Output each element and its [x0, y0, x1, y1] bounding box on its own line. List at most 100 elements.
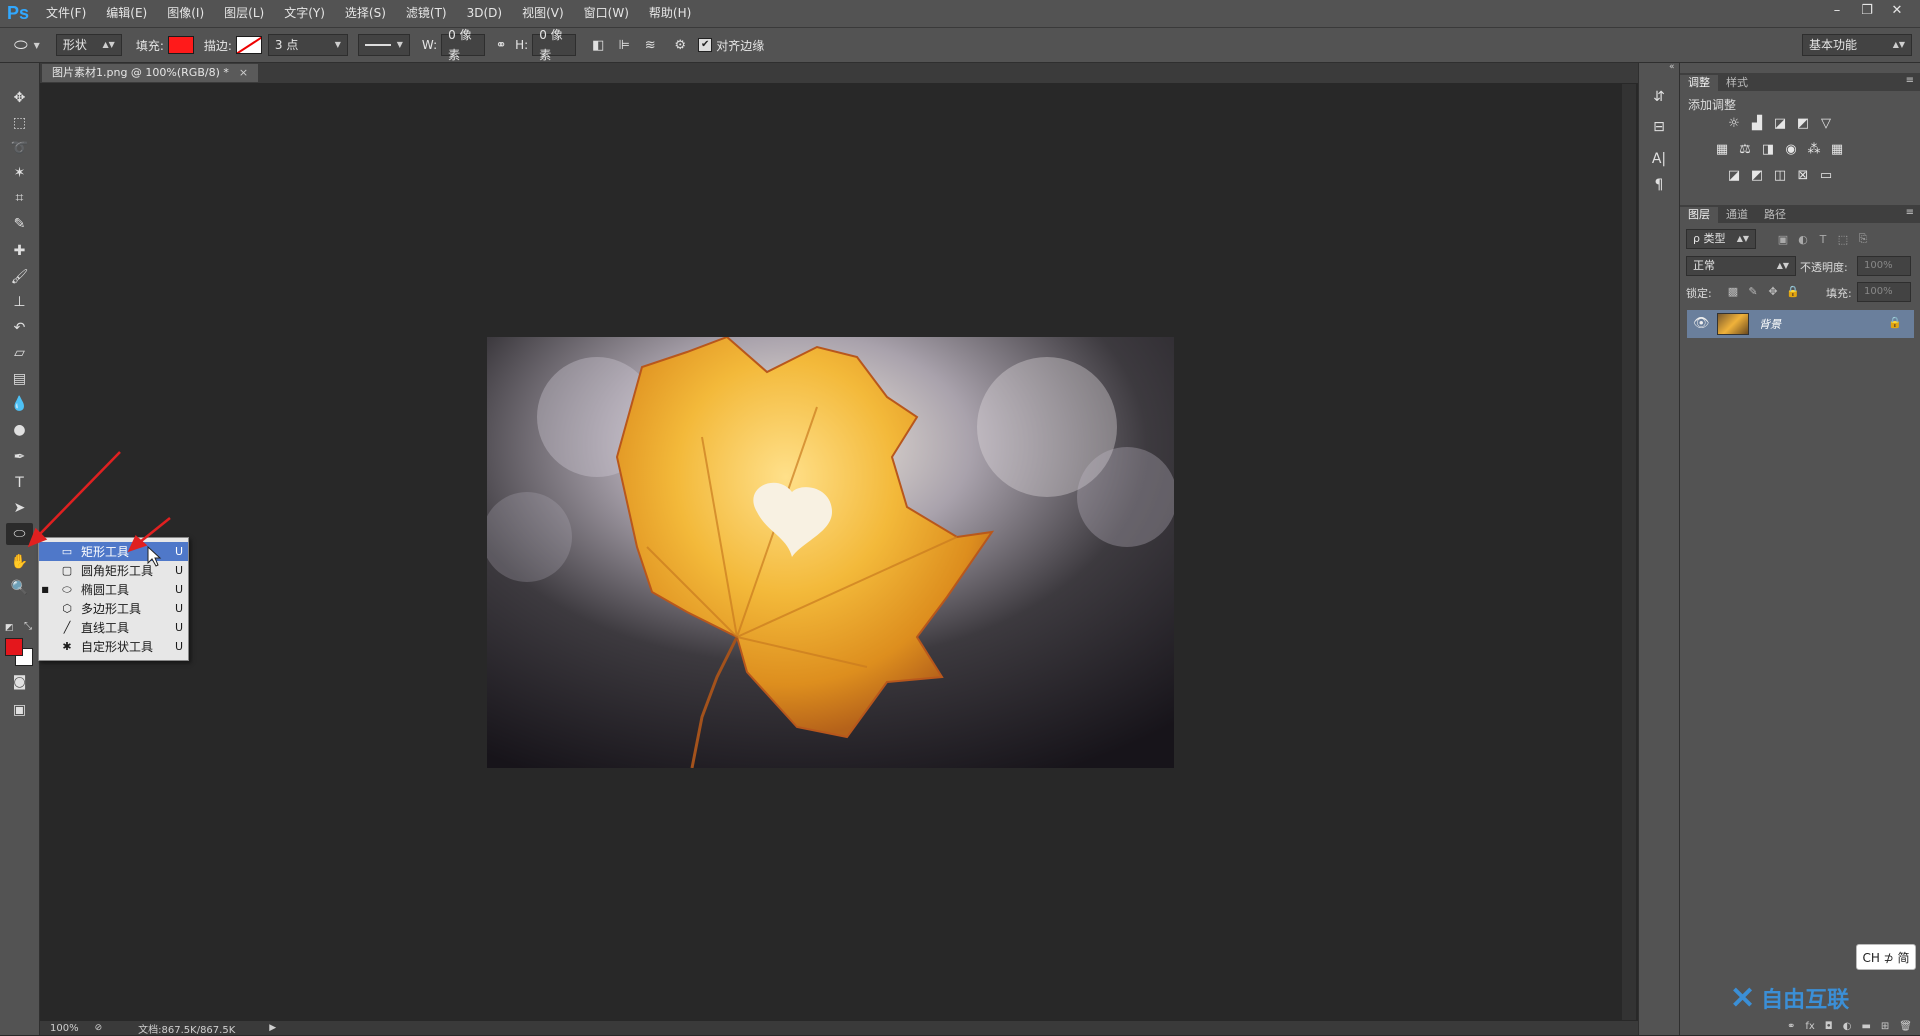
menu-layer[interactable]: 图层(L) [214, 0, 274, 27]
quick-mask-icon[interactable]: ◙ [6, 671, 33, 693]
status-menu-arrow-icon[interactable]: ▶ [269, 1023, 276, 1033]
filter-pixel-icon[interactable]: ▣ [1774, 231, 1792, 247]
threshold-icon[interactable]: ◫ [1771, 167, 1789, 183]
collapse-dock-icon[interactable]: « [1669, 62, 1675, 72]
flyout-item-polygon[interactable]: ⬡ 多边形工具 U [39, 599, 188, 618]
flyout-item-ellipse[interactable]: ■ ⬭ 椭圆工具 U [39, 580, 188, 599]
menu-type[interactable]: 文字(Y) [274, 0, 335, 27]
layer-kind-filter[interactable]: ρ 类型 ▲▼ [1686, 229, 1756, 249]
add-mask-icon[interactable]: ◘ [1825, 1021, 1833, 1035]
paragraph-panel-icon[interactable]: ¶ [1647, 173, 1671, 197]
fill-opacity-input[interactable]: 100% [1857, 282, 1911, 302]
magic-wand-tool-icon[interactable]: ✶ [6, 162, 33, 184]
new-layer-icon[interactable]: ⊞ [1881, 1021, 1889, 1035]
eye-icon[interactable]: 👁 [1693, 316, 1710, 331]
path-selection-tool-icon[interactable]: ➤ [6, 497, 33, 519]
foreground-color-swatch[interactable] [5, 638, 23, 656]
stroke-color-swatch[interactable] [235, 36, 262, 54]
channel-mixer-icon[interactable]: ⁂ [1805, 141, 1823, 157]
color-balance-icon[interactable]: ⚖ [1736, 141, 1754, 157]
selective-color-icon[interactable]: ⊠ [1794, 167, 1812, 183]
gear-icon[interactable]: ⚙ [670, 35, 690, 55]
clone-stamp-tool-icon[interactable]: ⊥ [6, 291, 33, 313]
close-tab-icon[interactable]: × [239, 64, 248, 82]
width-input[interactable]: 0 像素 [441, 28, 486, 62]
workspace-dropdown[interactable]: 基本功能 ▲▼ [1802, 34, 1912, 56]
fx-icon[interactable]: fx [1805, 1021, 1814, 1035]
curves-icon[interactable]: ◪ [1771, 115, 1789, 131]
vertical-scrollbar[interactable] [1622, 84, 1636, 1020]
layer-row-background[interactable]: 👁 背景 🔒 [1687, 310, 1914, 338]
tool-mode-dropdown[interactable]: 形状 ▲▼ [55, 34, 122, 56]
opacity-input[interactable]: 100% [1857, 256, 1911, 276]
hue-saturation-icon[interactable]: ▦ [1713, 141, 1731, 157]
height-input[interactable]: 0 像素 [532, 28, 577, 62]
flyout-item-rectangle[interactable]: ▭ 矩形工具 U [39, 542, 188, 561]
panel-menu-icon[interactable]: ≡ [1906, 207, 1914, 218]
panel-menu-icon[interactable]: ≡ [1906, 75, 1914, 86]
menu-window[interactable]: 窗口(W) [574, 0, 639, 27]
vibrance-icon[interactable]: ▽ [1817, 115, 1835, 131]
minimize-button[interactable]: – [1822, 0, 1852, 22]
menu-image[interactable]: 图像(I) [157, 0, 214, 27]
screen-mode-icon[interactable]: ▣ [6, 699, 33, 721]
gradient-tool-icon[interactable]: ▤ [6, 368, 33, 390]
menu-edit[interactable]: 编辑(E) [96, 0, 157, 27]
eraser-tool-icon[interactable]: ▱ [6, 342, 33, 364]
brush-tool-icon[interactable]: 🖌 [6, 266, 33, 288]
marquee-tool-icon[interactable]: ⬚ [6, 112, 33, 134]
flyout-item-rounded-rectangle[interactable]: ▢ 圆角矩形工具 U [39, 561, 188, 580]
restore-button[interactable]: ❐ [1852, 0, 1882, 22]
swap-colors-icon[interactable]: ⤡ [24, 621, 32, 632]
flyout-item-line[interactable]: ╱ 直线工具 U [39, 618, 188, 637]
menu-file[interactable]: 文件(F) [36, 0, 96, 27]
path-alignment-icon[interactable]: ⊫ [614, 35, 634, 55]
new-group-icon[interactable]: ▬ [1861, 1021, 1870, 1035]
zoom-tool-icon[interactable]: 🔍 [6, 577, 33, 599]
history-panel-icon[interactable]: ⇵ [1647, 85, 1671, 109]
lock-transparent-icon[interactable]: ▩ [1724, 283, 1742, 299]
filter-adjustment-icon[interactable]: ◐ [1794, 231, 1812, 247]
move-tool-icon[interactable]: ✥ [6, 87, 33, 109]
tab-styles[interactable]: 样式 [1718, 75, 1756, 91]
tool-preset-picker[interactable]: ⬭ ▼ [14, 35, 40, 55]
document-tab[interactable]: 图片素材1.png @ 100%(RGB/8) * × [42, 64, 259, 82]
ellipse-tool-icon[interactable]: ⬭ [6, 523, 33, 545]
menu-select[interactable]: 选择(S) [335, 0, 396, 27]
blend-mode-dropdown[interactable]: 正常 ▲▼ [1686, 256, 1796, 276]
tab-adjustments[interactable]: 调整 [1680, 75, 1718, 91]
status-export-icon[interactable]: ⊘ [95, 1023, 103, 1033]
trash-icon[interactable]: 🗑 [1899, 1021, 1912, 1035]
filter-shape-icon[interactable]: ⬚ [1834, 231, 1852, 247]
gradient-map-icon[interactable]: ▭ [1817, 167, 1835, 183]
path-operations-icon[interactable]: ◧ [588, 35, 608, 55]
crop-tool-icon[interactable]: ⌗ [6, 187, 33, 209]
default-colors-icon[interactable]: ◩ [5, 623, 14, 633]
healing-brush-tool-icon[interactable]: ✚ [6, 240, 33, 262]
filter-smart-object-icon[interactable]: ⎘ [1854, 231, 1872, 247]
lock-all-icon[interactable]: 🔒 [1784, 283, 1802, 299]
menu-3d[interactable]: 3D(D) [457, 0, 512, 27]
tab-layers[interactable]: 图层 [1680, 207, 1718, 223]
history-brush-tool-icon[interactable]: ↶ [6, 317, 33, 339]
stroke-type-dropdown[interactable]: ▼ [357, 34, 410, 56]
tab-paths[interactable]: 路径 [1756, 207, 1794, 223]
dodge-tool-icon[interactable]: ● [6, 419, 33, 441]
lock-pixels-icon[interactable]: ✎ [1744, 283, 1762, 299]
levels-icon[interactable]: ▟ [1748, 115, 1766, 131]
ime-indicator[interactable]: CH ⊅ 简 [1856, 944, 1916, 970]
menu-view[interactable]: 视图(V) [512, 0, 574, 27]
lock-position-icon[interactable]: ✥ [1764, 283, 1782, 299]
layer-name[interactable]: 背景 [1759, 316, 1781, 332]
path-arrangement-icon[interactable]: ≋ [640, 35, 660, 55]
fill-color-swatch[interactable] [167, 36, 194, 54]
stroke-width-field[interactable]: 3 点 ▼ [267, 34, 348, 56]
type-tool-icon[interactable]: T [6, 472, 33, 494]
new-adjustment-layer-icon[interactable]: ◐ [1843, 1021, 1852, 1035]
hand-tool-icon[interactable]: ✋ [6, 551, 33, 573]
posterize-icon[interactable]: ◩ [1748, 167, 1766, 183]
link-layers-icon[interactable]: ⚭ [1787, 1021, 1795, 1035]
eyedropper-tool-icon[interactable]: ✎ [6, 213, 33, 235]
close-button[interactable]: ✕ [1882, 0, 1912, 22]
menu-filter[interactable]: 滤镜(T) [396, 0, 457, 27]
